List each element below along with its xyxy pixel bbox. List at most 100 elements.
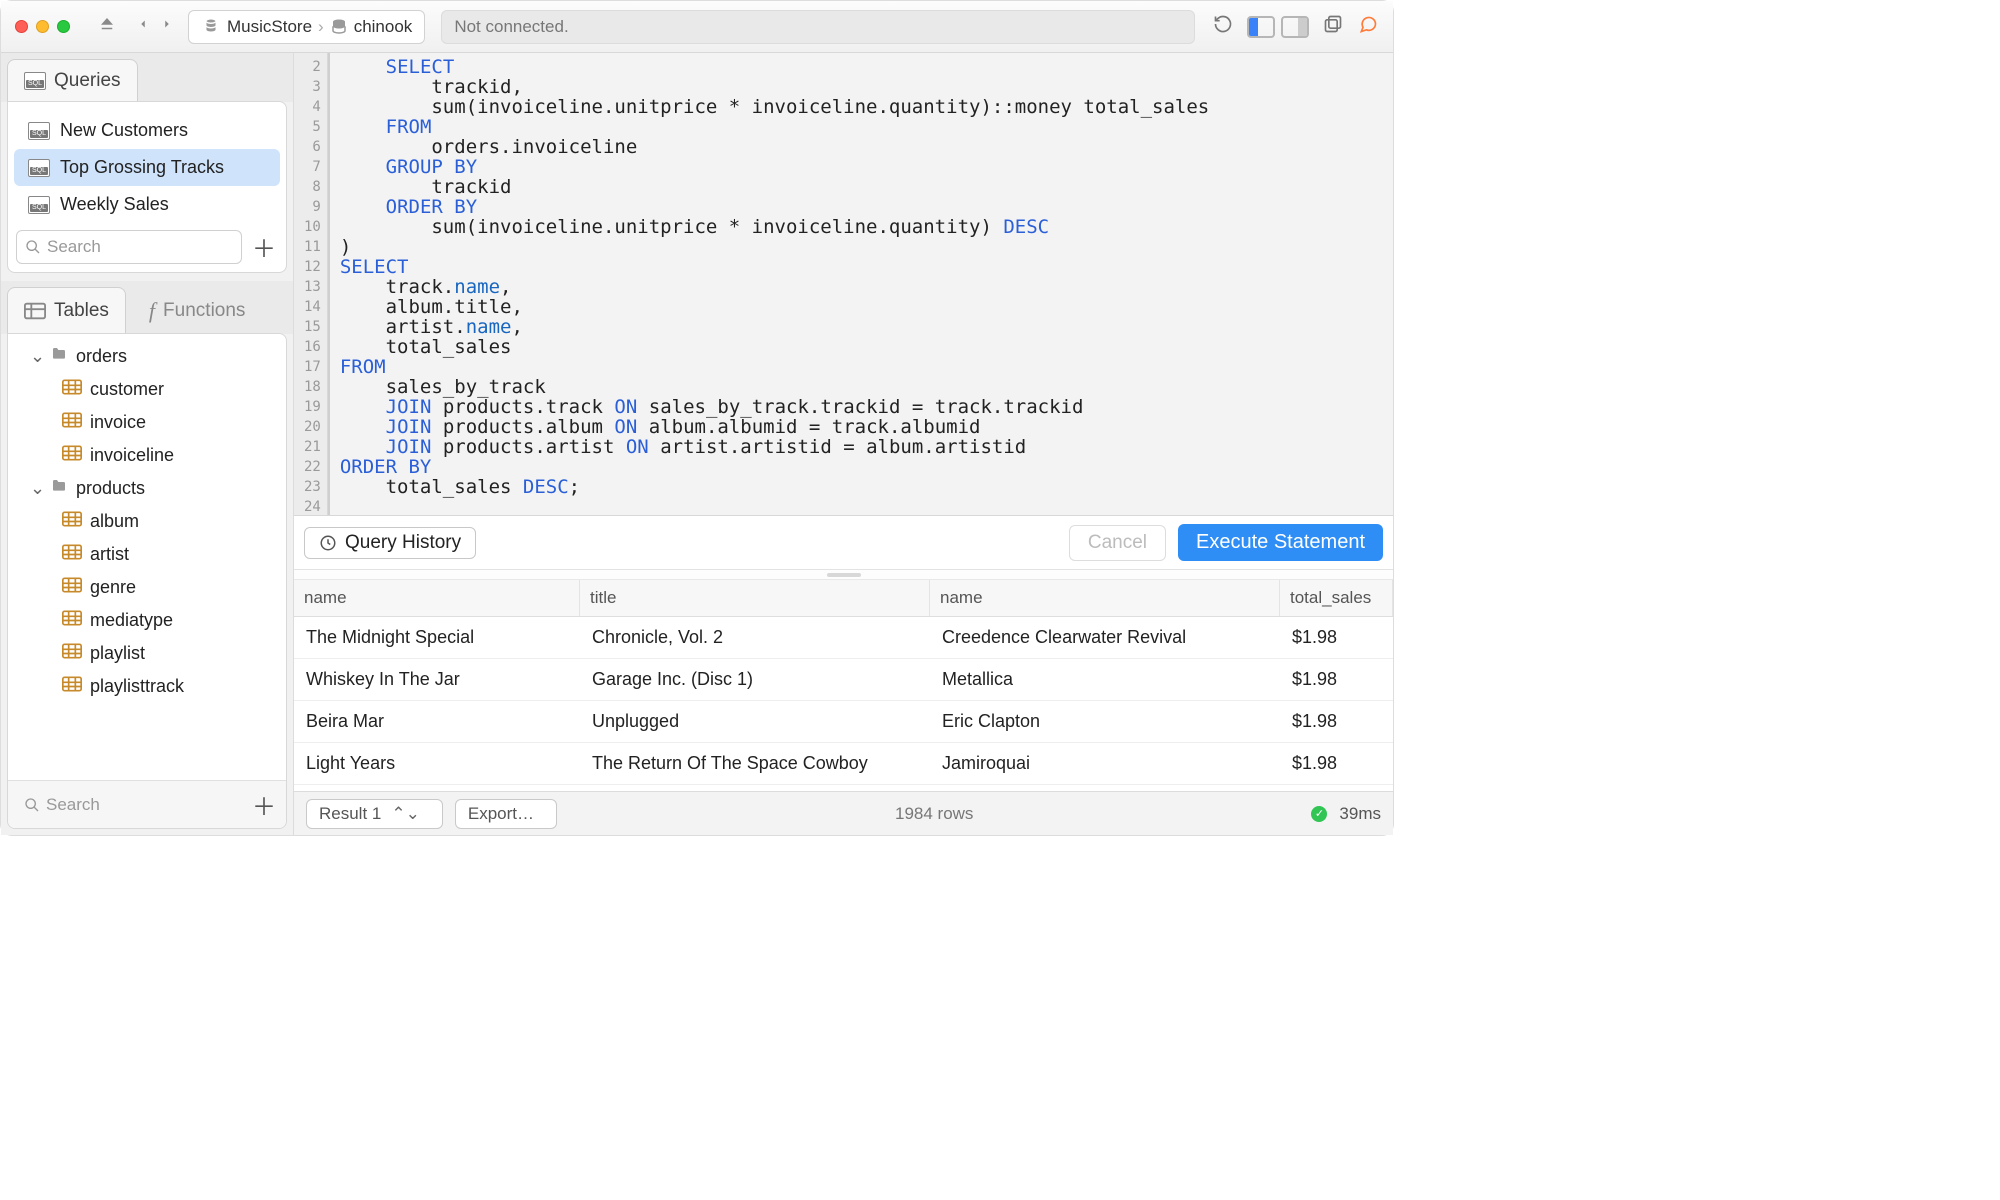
tab-functions-label: Functions xyxy=(163,300,245,322)
query-time: 39ms xyxy=(1339,804,1381,824)
add-table-button[interactable]: ＋ xyxy=(250,787,278,822)
tab-functions[interactable]: f Functions xyxy=(132,287,263,334)
table-icon xyxy=(62,412,82,433)
table-icon xyxy=(62,511,82,532)
table-item[interactable]: artist xyxy=(8,538,286,571)
column-header[interactable]: name xyxy=(930,580,1280,616)
table-row[interactable]: The Midnight SpecialChronicle, Vol. 2Cre… xyxy=(294,617,1393,659)
table-row[interactable]: Light YearsThe Return Of The Space Cowbo… xyxy=(294,743,1393,785)
function-icon: f xyxy=(149,298,155,324)
table-icon xyxy=(62,643,82,664)
tab-tables[interactable]: Tables xyxy=(7,287,126,334)
query-item[interactable]: Weekly Sales xyxy=(14,186,280,223)
table-item[interactable]: playlisttrack xyxy=(8,670,286,703)
nav-back-icon[interactable] xyxy=(136,15,150,38)
cell: $1.98 xyxy=(1280,701,1393,742)
split-handle[interactable] xyxy=(294,570,1393,580)
results-table: nametitlenametotal_sales The Midnight Sp… xyxy=(294,580,1393,791)
nav-forward-icon[interactable] xyxy=(160,15,174,38)
table-item[interactable]: playlist xyxy=(8,637,286,670)
table-name: customer xyxy=(90,379,164,400)
table-name: album xyxy=(90,511,139,532)
query-item[interactable]: Top Grossing Tracks xyxy=(14,149,280,186)
reload-icon[interactable] xyxy=(1213,14,1233,39)
column-header[interactable]: name xyxy=(294,580,580,616)
table-name: genre xyxy=(90,577,136,598)
column-header[interactable]: total_sales xyxy=(1280,580,1393,616)
cell: Chronicle, Vol. 2 xyxy=(580,617,930,658)
tab-tables-label: Tables xyxy=(54,300,109,322)
table-row[interactable]: Beira MarUnpluggedEric Clapton$1.98 xyxy=(294,701,1393,743)
table-item[interactable]: invoice xyxy=(8,406,286,439)
breadcrumb[interactable]: MusicStore › chinook xyxy=(188,10,425,44)
result-selector-label: Result 1 xyxy=(319,804,381,824)
table-icon xyxy=(62,379,82,400)
result-selector[interactable]: Result 1 ⌃⌄ xyxy=(306,799,443,829)
cell: Creedence Clearwater Revival xyxy=(930,617,1280,658)
execute-button[interactable]: Execute Statement xyxy=(1178,524,1383,561)
tables-search-input[interactable]: Search xyxy=(16,788,242,822)
table-icon xyxy=(24,302,46,320)
table-row[interactable]: Whiskey In The JarGarage Inc. (Disc 1)Me… xyxy=(294,659,1393,701)
cell: Garage Inc. (Disc 1) xyxy=(580,659,930,700)
status-ok-icon: ✓ xyxy=(1311,806,1327,822)
sql-icon xyxy=(28,196,50,214)
sql-editor[interactable]: 23456789101112131415161718192021222324 S… xyxy=(294,53,1393,516)
toggle-right-pane-icon[interactable] xyxy=(1281,16,1309,38)
database-name: chinook xyxy=(354,17,413,37)
table-icon xyxy=(62,610,82,631)
query-name: Weekly Sales xyxy=(60,194,169,215)
cell: Unplugged xyxy=(580,701,930,742)
feedback-icon[interactable] xyxy=(1357,14,1379,39)
toggle-left-pane-icon[interactable] xyxy=(1247,16,1275,38)
schema-item[interactable]: ⌄orders xyxy=(8,340,286,373)
query-history-button[interactable]: Query History xyxy=(304,527,476,559)
table-name: playlisttrack xyxy=(90,676,184,697)
table-name: playlist xyxy=(90,643,145,664)
search-placeholder: Search xyxy=(47,237,101,257)
cell: Metallica xyxy=(930,659,1280,700)
table-item[interactable]: album xyxy=(8,505,286,538)
chevron-down-icon: ⌄ xyxy=(30,346,42,367)
cell: The Return Of The Space Cowboy xyxy=(580,743,930,784)
connection-status: Not connected. xyxy=(454,17,568,37)
query-history-label: Query History xyxy=(345,532,461,554)
close-icon[interactable] xyxy=(15,20,28,33)
tab-queries-label: Queries xyxy=(54,70,121,92)
status-bar: Result 1 ⌃⌄ Export… 1984 rows ✓ 39ms xyxy=(294,791,1393,835)
cell: $1.98 xyxy=(1280,659,1393,700)
schema-item[interactable]: ⌄products xyxy=(8,472,286,505)
query-name: Top Grossing Tracks xyxy=(60,157,224,178)
export-label: Export… xyxy=(468,804,534,824)
queries-search-input[interactable]: Search xyxy=(16,230,242,264)
cell: $1.98 xyxy=(1280,743,1393,784)
table-name: artist xyxy=(90,544,129,565)
table-item[interactable]: mediatype xyxy=(8,604,286,637)
table-item[interactable]: invoiceline xyxy=(8,439,286,472)
connection-field[interactable]: Not connected. xyxy=(441,10,1195,44)
zoom-icon[interactable] xyxy=(57,20,70,33)
windows-icon[interactable] xyxy=(1323,14,1343,39)
search-placeholder: Search xyxy=(46,795,100,815)
project-name: MusicStore xyxy=(227,17,312,37)
sql-icon xyxy=(28,159,50,177)
table-item[interactable]: customer xyxy=(8,373,286,406)
table-item[interactable]: genre xyxy=(8,571,286,604)
folder-icon xyxy=(50,478,68,499)
table-icon xyxy=(62,577,82,598)
folder-icon xyxy=(50,346,68,367)
minimize-icon[interactable] xyxy=(36,20,49,33)
row-count: 1984 rows xyxy=(569,804,1299,824)
sidebar: Queries New Customers Top Grossing Tracks… xyxy=(1,53,294,835)
column-header[interactable]: title xyxy=(580,580,930,616)
breadcrumb-sep: › xyxy=(318,17,324,37)
cancel-button[interactable]: Cancel xyxy=(1069,525,1166,561)
sql-icon xyxy=(28,122,50,140)
cell: Beira Mar xyxy=(294,701,580,742)
query-item[interactable]: New Customers xyxy=(14,112,280,149)
tab-queries[interactable]: Queries xyxy=(7,59,138,102)
add-query-button[interactable]: ＋ xyxy=(250,229,278,264)
cell: The Midnight Special xyxy=(294,617,580,658)
eject-icon[interactable] xyxy=(98,15,116,38)
export-button[interactable]: Export… xyxy=(455,799,557,829)
